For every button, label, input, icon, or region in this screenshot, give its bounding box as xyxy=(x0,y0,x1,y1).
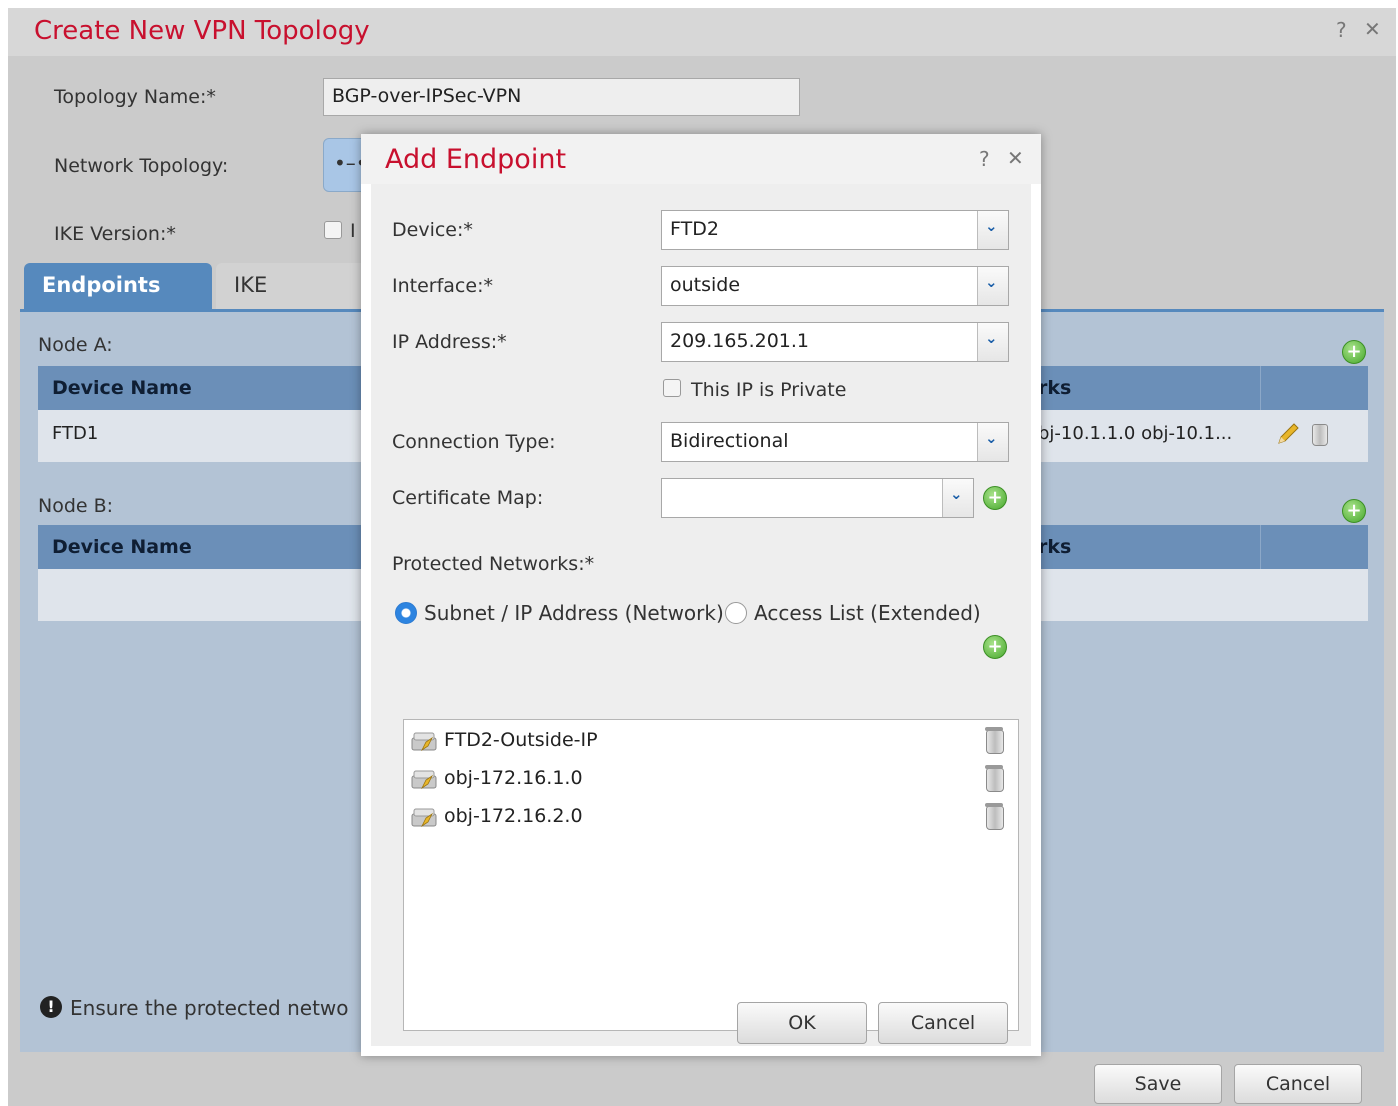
edit-pencil-icon[interactable] xyxy=(1274,420,1302,448)
outer-close-icon[interactable]: ✕ xyxy=(1364,17,1381,41)
access-list-radio[interactable] xyxy=(725,602,747,624)
network-object-icon xyxy=(411,808,437,828)
connection-type-select-value: Bidirectional xyxy=(670,430,789,452)
device-select-value: FTD2 xyxy=(670,218,719,240)
chevron-down-icon[interactable]: ⌄ xyxy=(977,323,1008,361)
interface-label: Interface:* xyxy=(392,275,493,297)
ip-address-label: IP Address:* xyxy=(392,331,507,353)
footer-note: Ensure the protected netwo xyxy=(70,996,349,1020)
subnet-radio[interactable] xyxy=(395,602,417,624)
add-endpoint-modal: Add Endpoint ? ✕ Device:* FTD2 ⌄ Interfa… xyxy=(361,134,1041,1056)
list-item[interactable]: FTD2-Outside-IP xyxy=(410,724,1012,758)
modal-help-icon[interactable]: ? xyxy=(979,147,990,171)
device-label: Device:* xyxy=(392,219,473,241)
device-name-header: Device Name xyxy=(52,377,192,399)
modal-body: Device:* FTD2 ⌄ Interface:* outside ⌄ IP… xyxy=(371,184,1031,1046)
tab-endpoints[interactable]: Endpoints xyxy=(24,263,212,309)
protected-networks-label: Protected Networks:* xyxy=(392,553,595,575)
connection-type-select[interactable]: Bidirectional ⌄ xyxy=(661,422,1009,462)
protected-network-name: obj-172.16.2.0 xyxy=(444,805,583,827)
ip-address-select[interactable]: 209.165.201.1 ⌄ xyxy=(661,322,1009,362)
private-ip-label: This IP is Private xyxy=(691,379,847,401)
network-topology-label: Network Topology: xyxy=(54,155,229,177)
network-object-icon xyxy=(411,732,437,752)
chevron-down-icon[interactable]: ⌄ xyxy=(942,479,973,517)
chevron-down-icon[interactable]: ⌄ xyxy=(977,423,1008,461)
topology-name-input[interactable]: BGP-over-IPSec-VPN xyxy=(323,78,800,116)
column-divider xyxy=(1260,525,1261,569)
chevron-down-icon[interactable]: ⌄ xyxy=(977,211,1008,249)
ip-address-select-value: 209.165.201.1 xyxy=(670,330,810,352)
save-button[interactable]: Save xyxy=(1094,1064,1222,1104)
ok-button[interactable]: OK xyxy=(737,1002,867,1044)
ike-version-option-label: I xyxy=(350,220,356,242)
protected-networks-list: FTD2-Outside-IP obj-172.16.1.0 obj-172.1… xyxy=(403,719,1019,1031)
node-a-device-name: FTD1 xyxy=(52,423,99,444)
delete-trash-icon[interactable] xyxy=(1312,424,1328,446)
network-object-icon xyxy=(411,770,437,790)
device-name-header: Device Name xyxy=(52,536,192,558)
add-certificate-map-icon[interactable]: + xyxy=(983,486,1007,510)
add-node-b-icon[interactable]: + xyxy=(1342,499,1366,523)
node-a-networks: bj-10.1.1.0 obj-10.1... xyxy=(1038,423,1233,444)
access-list-radio-label: Access List (Extended) xyxy=(754,601,981,625)
ike-version-checkbox[interactable] xyxy=(324,221,342,239)
certificate-map-label: Certificate Map: xyxy=(392,487,544,509)
modal-close-icon[interactable]: ✕ xyxy=(1007,146,1024,170)
add-protected-network-icon[interactable]: + xyxy=(983,635,1007,659)
outer-help-icon[interactable]: ? xyxy=(1336,18,1347,42)
delete-trash-icon[interactable] xyxy=(985,803,1004,830)
interface-select[interactable]: outside ⌄ xyxy=(661,266,1009,306)
networks-header: rks xyxy=(1038,536,1072,558)
node-b-label: Node B: xyxy=(38,495,114,517)
node-a-label: Node A: xyxy=(38,334,113,356)
delete-trash-icon[interactable] xyxy=(985,765,1004,792)
add-node-a-icon[interactable]: + xyxy=(1342,340,1366,364)
subnet-radio-label: Subnet / IP Address (Network) xyxy=(424,601,724,625)
column-divider xyxy=(1260,366,1261,410)
outer-title-bar: Create New VPN Topology ? ✕ xyxy=(8,8,1396,56)
networks-header: rks xyxy=(1038,377,1072,399)
modal-title-bar: Add Endpoint ? ✕ xyxy=(361,134,1041,184)
topology-name-label: Topology Name:* xyxy=(54,86,216,108)
certificate-map-select[interactable]: ⌄ xyxy=(661,478,974,518)
chevron-down-icon[interactable]: ⌄ xyxy=(977,267,1008,305)
interface-select-value: outside xyxy=(670,274,741,296)
modal-cancel-button[interactable]: Cancel xyxy=(878,1002,1008,1044)
device-select[interactable]: FTD2 ⌄ xyxy=(661,210,1009,250)
list-item[interactable]: obj-172.16.2.0 xyxy=(410,800,1012,834)
list-item[interactable]: obj-172.16.1.0 xyxy=(410,762,1012,796)
delete-trash-icon[interactable] xyxy=(985,727,1004,754)
ike-version-label: IKE Version:* xyxy=(54,223,176,245)
protected-network-name: FTD2-Outside-IP xyxy=(444,729,598,751)
private-ip-checkbox[interactable] xyxy=(663,379,681,397)
modal-title: Add Endpoint xyxy=(385,144,567,175)
protected-network-name: obj-172.16.1.0 xyxy=(444,767,583,789)
outer-dialog-title: Create New VPN Topology xyxy=(34,16,370,46)
info-icon: ! xyxy=(40,996,62,1018)
connection-type-label: Connection Type: xyxy=(392,431,556,453)
outer-cancel-button[interactable]: Cancel xyxy=(1234,1064,1362,1104)
